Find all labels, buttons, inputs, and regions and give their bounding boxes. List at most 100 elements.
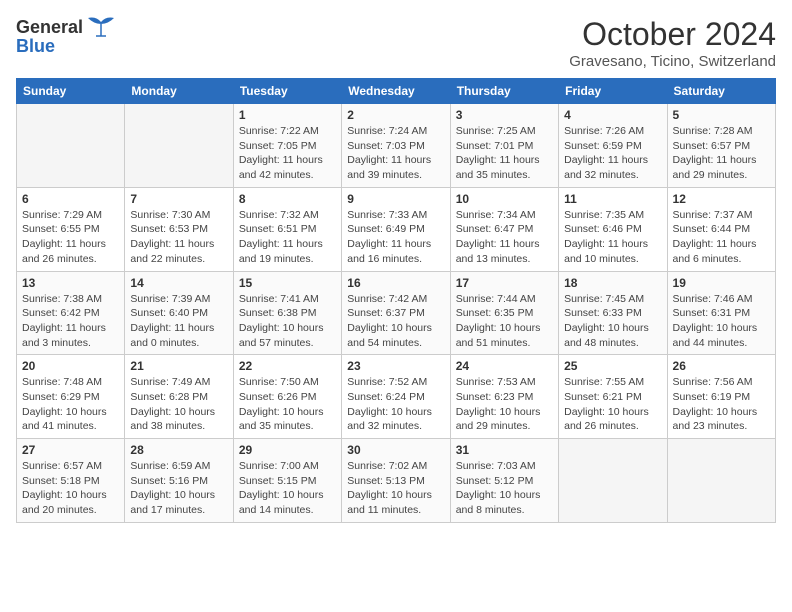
- day-info: Sunrise: 7:52 AMSunset: 6:24 PMDaylight:…: [347, 375, 444, 434]
- weekday-header: Friday: [559, 79, 667, 104]
- day-number: 29: [239, 443, 336, 457]
- calendar-cell: [667, 439, 775, 523]
- day-info: Sunrise: 7:00 AMSunset: 5:15 PMDaylight:…: [239, 459, 336, 518]
- calendar-cell: 2Sunrise: 7:24 AMSunset: 7:03 PMDaylight…: [342, 104, 450, 188]
- day-info: Sunrise: 6:57 AMSunset: 5:18 PMDaylight:…: [22, 459, 119, 518]
- calendar-cell: 15 Sunrise: 7:41 AMSunset: 6:38 PMDayligh…: [233, 271, 341, 355]
- logo: General Blue: [16, 16, 116, 57]
- day-info: Sunrise: 7:48 AMSunset: 6:29 PMDaylight:…: [22, 375, 119, 434]
- calendar-week-row: 27 Sunrise: 6:57 AMSunset: 5:18 PMDayligh…: [17, 439, 776, 523]
- day-info: Sunrise: 7:49 AMSunset: 6:28 PMDaylight:…: [130, 375, 227, 434]
- day-number: 4: [564, 108, 661, 122]
- calendar-cell: [125, 104, 233, 188]
- calendar-cell: 9 Sunrise: 7:33 AMSunset: 6:49 PMDaylight…: [342, 187, 450, 271]
- day-number: 1: [239, 108, 336, 122]
- day-number: 28: [130, 443, 227, 457]
- calendar-week-row: 6 Sunrise: 7:29 AMSunset: 6:55 PMDaylight…: [17, 187, 776, 271]
- logo-general: General: [16, 17, 83, 38]
- calendar-cell: [559, 439, 667, 523]
- calendar-cell: 16Sunrise: 7:42 AMSunset: 6:37 PMDayligh…: [342, 271, 450, 355]
- day-info: Sunrise: 7:25 AMSunset: 7:01 PMDaylight:…: [456, 124, 553, 183]
- page-header: General Blue October 2024 Gravesano, Tic…: [16, 16, 776, 70]
- calendar-cell: 13 Sunrise: 7:38 AMSunset: 6:42 PMDayligh…: [17, 271, 125, 355]
- calendar-cell: 18 Sunrise: 7:45 AMSunset: 6:33 PMDayligh…: [559, 271, 667, 355]
- day-info: Sunrise: 6:59 AMSunset: 5:16 PMDaylight:…: [130, 459, 227, 518]
- day-number: 25: [564, 359, 661, 373]
- day-number: 5: [673, 108, 770, 122]
- day-info: Sunrise: 7:39 AMSunset: 6:40 PMDaylight:…: [130, 292, 227, 351]
- day-number: 19: [673, 276, 770, 290]
- calendar-cell: 28 Sunrise: 6:59 AMSunset: 5:16 PMDayligh…: [125, 439, 233, 523]
- day-number: 16: [347, 276, 444, 290]
- weekday-header: Monday: [125, 79, 233, 104]
- day-info: Sunrise: 7:02 AMSunset: 5:13 PMDaylight:…: [347, 459, 444, 518]
- day-number: 20: [22, 359, 119, 373]
- day-info: Sunrise: 7:33 AMSunset: 6:49 PMDaylight:…: [347, 208, 444, 267]
- day-number: 22: [239, 359, 336, 373]
- calendar-cell: 27 Sunrise: 6:57 AMSunset: 5:18 PMDayligh…: [17, 439, 125, 523]
- day-number: 24: [456, 359, 553, 373]
- weekday-header: Sunday: [17, 79, 125, 104]
- day-info: Sunrise: 7:46 AMSunset: 6:31 PMDaylight:…: [673, 292, 770, 351]
- calendar-week-row: 20 Sunrise: 7:48 AMSunset: 6:29 PMDayligh…: [17, 355, 776, 439]
- day-info: Sunrise: 7:22 AMSunset: 7:05 PMDaylight:…: [239, 124, 336, 183]
- calendar-cell: 30 Sunrise: 7:02 AMSunset: 5:13 PMDayligh…: [342, 439, 450, 523]
- day-number: 13: [22, 276, 119, 290]
- day-info: Sunrise: 7:03 AMSunset: 5:12 PMDaylight:…: [456, 459, 553, 518]
- day-number: 15: [239, 276, 336, 290]
- day-info: Sunrise: 7:45 AMSunset: 6:33 PMDaylight:…: [564, 292, 661, 351]
- day-info: Sunrise: 7:50 AMSunset: 6:26 PMDaylight:…: [239, 375, 336, 434]
- weekday-header: Saturday: [667, 79, 775, 104]
- day-info: Sunrise: 7:24 AMSunset: 7:03 PMDaylight:…: [347, 124, 444, 183]
- calendar-table: SundayMondayTuesdayWednesdayThursdayFrid…: [16, 78, 776, 523]
- logo-blue: Blue: [16, 36, 55, 57]
- day-info: Sunrise: 7:29 AMSunset: 6:55 PMDaylight:…: [22, 208, 119, 267]
- day-info: Sunrise: 7:38 AMSunset: 6:42 PMDaylight:…: [22, 292, 119, 351]
- day-number: 11: [564, 192, 661, 206]
- day-number: 9: [347, 192, 444, 206]
- calendar-cell: 12 Sunrise: 7:37 AMSunset: 6:44 PMDayligh…: [667, 187, 775, 271]
- calendar-cell: 8Sunrise: 7:32 AMSunset: 6:51 PMDaylight…: [233, 187, 341, 271]
- logo-bird-icon: [86, 16, 116, 38]
- location-subtitle: Gravesano, Ticino, Switzerland: [569, 53, 776, 70]
- day-number: 27: [22, 443, 119, 457]
- calendar-cell: 24Sunrise: 7:53 AMSunset: 6:23 PMDayligh…: [450, 355, 558, 439]
- day-info: Sunrise: 7:41 AMSunset: 6:38 PMDaylight:…: [239, 292, 336, 351]
- day-info: Sunrise: 7:35 AMSunset: 6:46 PMDaylight:…: [564, 208, 661, 267]
- day-number: 6: [22, 192, 119, 206]
- calendar-cell: 11 Sunrise: 7:35 AMSunset: 6:46 PMDayligh…: [559, 187, 667, 271]
- day-info: Sunrise: 7:44 AMSunset: 6:35 PMDaylight:…: [456, 292, 553, 351]
- day-info: Sunrise: 7:37 AMSunset: 6:44 PMDaylight:…: [673, 208, 770, 267]
- calendar-week-row: 13 Sunrise: 7:38 AMSunset: 6:42 PMDayligh…: [17, 271, 776, 355]
- calendar-cell: 23 Sunrise: 7:52 AMSunset: 6:24 PMDayligh…: [342, 355, 450, 439]
- weekday-header: Tuesday: [233, 79, 341, 104]
- weekday-header-row: SundayMondayTuesdayWednesdayThursdayFrid…: [17, 79, 776, 104]
- calendar-cell: 7 Sunrise: 7:30 AMSunset: 6:53 PMDaylight…: [125, 187, 233, 271]
- day-number: 23: [347, 359, 444, 373]
- calendar-cell: 19 Sunrise: 7:46 AMSunset: 6:31 PMDayligh…: [667, 271, 775, 355]
- calendar-week-row: 1 Sunrise: 7:22 AMSunset: 7:05 PMDaylight…: [17, 104, 776, 188]
- day-number: 10: [456, 192, 553, 206]
- day-number: 18: [564, 276, 661, 290]
- calendar-cell: 29 Sunrise: 7:00 AMSunset: 5:15 PMDayligh…: [233, 439, 341, 523]
- day-number: 30: [347, 443, 444, 457]
- title-block: October 2024 Gravesano, Ticino, Switzerl…: [569, 16, 776, 70]
- calendar-cell: 17Sunrise: 7:44 AMSunset: 6:35 PMDayligh…: [450, 271, 558, 355]
- day-number: 21: [130, 359, 227, 373]
- day-info: Sunrise: 7:26 AMSunset: 6:59 PMDaylight:…: [564, 124, 661, 183]
- day-info: Sunrise: 7:55 AMSunset: 6:21 PMDaylight:…: [564, 375, 661, 434]
- calendar-cell: 21 Sunrise: 7:49 AMSunset: 6:28 PMDayligh…: [125, 355, 233, 439]
- calendar-cell: 20 Sunrise: 7:48 AMSunset: 6:29 PMDayligh…: [17, 355, 125, 439]
- calendar-cell: 3 Sunrise: 7:25 AMSunset: 7:01 PMDaylight…: [450, 104, 558, 188]
- day-info: Sunrise: 7:30 AMSunset: 6:53 PMDaylight:…: [130, 208, 227, 267]
- day-number: 26: [673, 359, 770, 373]
- day-number: 7: [130, 192, 227, 206]
- calendar-cell: 6 Sunrise: 7:29 AMSunset: 6:55 PMDaylight…: [17, 187, 125, 271]
- calendar-cell: 4 Sunrise: 7:26 AMSunset: 6:59 PMDaylight…: [559, 104, 667, 188]
- calendar-cell: 26Sunrise: 7:56 AMSunset: 6:19 PMDayligh…: [667, 355, 775, 439]
- day-number: 3: [456, 108, 553, 122]
- day-number: 8: [239, 192, 336, 206]
- calendar-cell: 25 Sunrise: 7:55 AMSunset: 6:21 PMDayligh…: [559, 355, 667, 439]
- calendar-cell: [17, 104, 125, 188]
- day-number: 12: [673, 192, 770, 206]
